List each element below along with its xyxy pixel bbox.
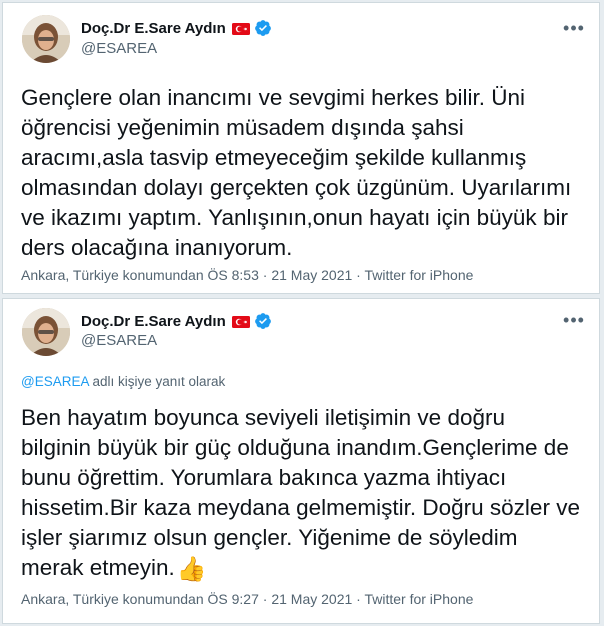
author-name-row[interactable]: Doç.Dr E.Sare Aydın (81, 19, 272, 37)
tweet-text-body: Ben hayatım boyunca seviyeli iletişimin … (21, 405, 580, 580)
tweet-text: Gençlere olan inancımı ve sevgimi herkes… (21, 85, 572, 260)
more-icon[interactable]: ••• (563, 311, 585, 335)
tweet-card[interactable]: Doç.Dr E.Sare Aydın @ESAREA ••• Gençlere… (2, 2, 600, 294)
reply-mention-link[interactable]: @ESAREA (21, 374, 89, 389)
avatar[interactable] (22, 308, 70, 356)
author-name[interactable]: Doç.Dr E.Sare Aydın (81, 313, 226, 330)
author-handle[interactable]: @ESAREA (81, 332, 157, 349)
author-name[interactable]: Doç.Dr E.Sare Aydın (81, 20, 226, 37)
reply-suffix: adlı kişiye yanıt olarak (88, 374, 226, 389)
turkey-flag-icon (231, 22, 250, 35)
tweet-text: Ben hayatım boyunca seviyeli iletişimin … (21, 403, 591, 583)
author-name-row[interactable]: Doç.Dr E.Sare Aydın (81, 312, 272, 330)
thumbs-up-emoji: 👍 (176, 556, 207, 583)
tweet-card[interactable]: Doç.Dr E.Sare Aydın @ESAREA ••• @ESAREA … (2, 298, 600, 624)
avatar[interactable] (22, 15, 70, 63)
tweet-metadata[interactable]: Ankara, Türkiye konumundan ÖS 9:27 · 21 … (21, 591, 473, 607)
verified-badge-icon (254, 19, 272, 37)
author-handle[interactable]: @ESAREA (81, 40, 157, 57)
verified-badge-icon (254, 312, 272, 330)
more-icon[interactable]: ••• (563, 19, 585, 43)
tweet-metadata[interactable]: Ankara, Türkiye konumundan ÖS 8:53 · 21 … (21, 267, 473, 283)
turkey-flag-icon (231, 315, 250, 328)
reply-context: @ESAREA adlı kişiye yanıt olarak (21, 374, 225, 389)
